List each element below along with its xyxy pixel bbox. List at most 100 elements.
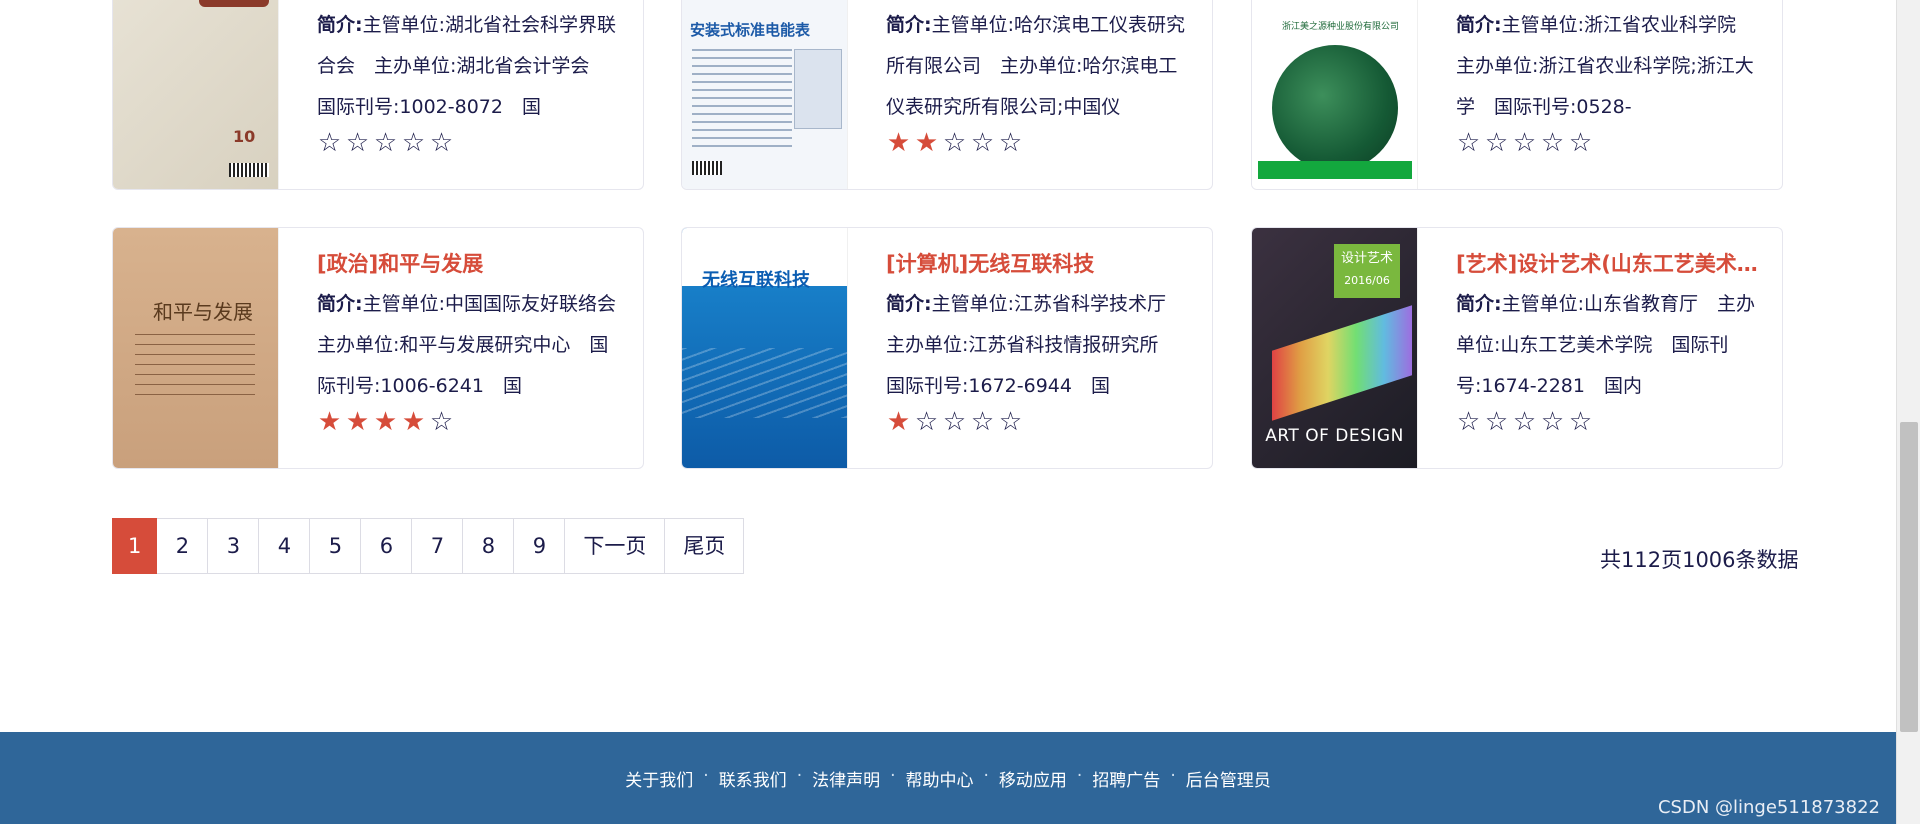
page-1-button[interactable]: 1 (112, 518, 158, 574)
star-empty-icon: ☆ (1484, 407, 1512, 437)
footer-link-legal[interactable]: 法律声明 (812, 766, 880, 791)
star-filled-icon: ★ (914, 128, 942, 158)
page-6-button[interactable]: 6 (361, 518, 413, 574)
vertical-scrollbar[interactable] (1896, 0, 1920, 824)
page-3-button[interactable]: 3 (208, 518, 260, 574)
rating-stars: ☆☆☆☆☆ (317, 128, 621, 160)
journal-intro: 简介:主管单位:山东省教育厅 主办单位:山东工艺美术学院 国际刊号:1674-2… (1456, 284, 1760, 407)
journal-title[interactable] (317, 0, 621, 1)
star-empty-icon: ☆ (345, 128, 373, 158)
star-empty-icon: ☆ (1512, 407, 1540, 437)
cover-badge: 设计艺术 2016/06 (1334, 244, 1400, 298)
star-filled-icon: ★ (401, 407, 429, 437)
rating-stars: ☆☆☆☆☆ (1456, 128, 1760, 160)
footer-link-jobs[interactable]: 招聘广告 (1092, 766, 1160, 791)
journal-title[interactable]: [艺术]设计艺术(山东工艺美术学院学报) (1456, 248, 1760, 280)
scrollbar-thumb[interactable] (1900, 422, 1918, 732)
intro-text: 主管单位:湖北省社会科学界联合会 主办单位:湖北省会计学会 国际刊号:1002-… (317, 14, 617, 118)
cover-issue-number: 10 (233, 127, 256, 146)
journal-card[interactable]: 浙江美之源种业股份有限公司 简介:主管单位:浙江省农业科学院 主办单位:浙江省农… (1251, 0, 1783, 190)
footer-link-contact[interactable]: 联系我们 (719, 766, 787, 791)
intro-label: 简介: (1456, 293, 1502, 315)
journal-title[interactable] (886, 0, 1190, 1)
star-empty-icon: ☆ (1568, 128, 1596, 158)
journal-list: 通讯 10 简介:主管单位:湖北省社会科学界联合会 主办单位:湖北省会计学会 国… (112, 0, 1784, 470)
star-empty-icon: ☆ (1568, 407, 1596, 437)
cover-brand: ART OF DESIGN (1265, 426, 1404, 446)
next-page-button[interactable]: 下一页 (565, 518, 666, 574)
intro-label: 简介: (317, 14, 363, 36)
journal-card[interactable]: 无线互联科技 [计算机]无线互联科技 简介:主管单位:江苏省科学技术厅 主办单位… (681, 227, 1213, 469)
intro-label: 简介: (1456, 14, 1502, 36)
star-empty-icon: ☆ (970, 407, 998, 437)
star-empty-icon: ☆ (1456, 407, 1484, 437)
rating-stars: ★★☆☆☆ (886, 128, 1190, 160)
cover-broccoli-image (1272, 45, 1398, 171)
star-empty-icon: ☆ (970, 128, 998, 158)
cover-badge-date: 2016/06 (1344, 274, 1390, 287)
star-filled-icon: ★ (317, 407, 345, 437)
cover-text-lines (692, 49, 792, 149)
cover-device-image (794, 49, 842, 129)
journal-grid: 通讯 10 简介:主管单位:湖北省社会科学界联合会 主办单位:湖北省会计学会 国… (112, 0, 1784, 470)
star-empty-icon: ☆ (998, 407, 1026, 437)
page-7-button[interactable]: 7 (412, 518, 464, 574)
page-4-button[interactable]: 4 (259, 518, 311, 574)
star-empty-icon: ☆ (998, 128, 1026, 158)
intro-label: 简介: (886, 293, 932, 315)
footer-separator: · (890, 766, 896, 786)
journal-card[interactable]: 安装式标准电能表 简介:主管单位:哈尔滨电工仪表研究所有限公司 主办单位:哈尔滨… (681, 0, 1213, 190)
journal-intro: 简介:主管单位:湖北省社会科学界联合会 主办单位:湖北省会计学会 国际刊号:10… (317, 5, 621, 128)
cover-title: 和平与发展 (153, 300, 253, 324)
footer-separator: · (1076, 766, 1083, 786)
journal-cover[interactable]: 和平与发展 (113, 228, 279, 468)
star-empty-icon: ☆ (1540, 128, 1568, 158)
cover-badge-title: 设计艺术 (1340, 251, 1393, 266)
journal-card[interactable]: 设计艺术 2016/06 ART OF DESIGN [艺术]设计艺术(山东工艺… (1251, 227, 1783, 469)
page-9-button[interactable]: 9 (514, 518, 566, 574)
intro-label: 简介: (317, 293, 363, 315)
star-empty-icon: ☆ (429, 407, 457, 437)
journal-title[interactable]: [计算机]无线互联科技 (886, 248, 1190, 280)
footer-link-about[interactable]: 关于我们 (625, 766, 693, 791)
journal-title[interactable]: [政治]和平与发展 (317, 248, 621, 280)
page-2-button[interactable]: 2 (157, 518, 209, 574)
intro-text: 主管单位:山东省教育厅 主办单位:山东工艺美术学院 国际刊号:1674-2281… (1456, 293, 1756, 397)
star-filled-icon: ★ (373, 407, 401, 437)
star-filled-icon: ★ (886, 128, 914, 158)
footer-link-mobile[interactable]: 移动应用 (999, 766, 1067, 791)
journal-cover[interactable]: 无线互联科技 (682, 228, 848, 468)
star-filled-icon: ★ (345, 407, 373, 437)
star-empty-icon: ☆ (1540, 407, 1568, 437)
footer-link-help[interactable]: 帮助中心 (906, 766, 974, 791)
journal-cover[interactable]: 设计艺术 2016/06 ART OF DESIGN (1252, 228, 1418, 468)
footer-separator: · (983, 766, 989, 786)
journal-card[interactable]: 和平与发展 [政治]和平与发展 简介:主管单位:中国国际友好联络会 主办单位:和… (112, 227, 644, 469)
journal-intro: 简介:主管单位:中国国际友好联络会 主办单位:和平与发展研究中心 国际刊号:10… (317, 284, 621, 407)
footer-links: 关于我们 · 联系我们 · 法律声明 · 帮助中心 · 移动应用 · 招聘广告 … (625, 732, 1270, 791)
pagination: 1 2 3 4 5 6 7 8 9 下一页 尾页 (112, 518, 745, 574)
footer-separator: · (1170, 766, 1176, 786)
intro-text: 主管单位:中国国际友好联络会 主办单位:和平与发展研究中心 国际刊号:1006-… (317, 293, 621, 397)
star-empty-icon: ☆ (942, 128, 970, 158)
cover-rainbow-graphic (1272, 305, 1412, 421)
rating-stars: ★☆☆☆☆ (886, 407, 1190, 439)
barcode-graphic (229, 163, 269, 177)
cover-seal: 通讯 (199, 0, 269, 7)
star-empty-icon: ☆ (942, 407, 970, 437)
last-page-button[interactable]: 尾页 (665, 518, 745, 574)
star-empty-icon: ☆ (401, 128, 429, 158)
page-5-button[interactable]: 5 (310, 518, 362, 574)
page-8-button[interactable]: 8 (463, 518, 515, 574)
journal-cover[interactable]: 安装式标准电能表 (682, 0, 848, 189)
footer-link-admin[interactable]: 后台管理员 (1186, 766, 1271, 791)
journal-intro: 简介:主管单位:江苏省科学技术厅 主办单位:江苏省科技情报研究所 国际刊号:16… (886, 284, 1190, 407)
journal-cover[interactable]: 浙江美之源种业股份有限公司 (1252, 0, 1418, 189)
star-empty-icon: ☆ (1456, 128, 1484, 158)
watermark: CSDN @linge511873822 (1657, 797, 1880, 818)
journal-title[interactable] (1456, 0, 1760, 1)
cover-text-lines (135, 334, 255, 404)
journal-card[interactable]: 通讯 10 简介:主管单位:湖北省社会科学界联合会 主办单位:湖北省会计学会 国… (112, 0, 644, 190)
journal-cover[interactable]: 通讯 10 (113, 0, 279, 189)
pagination-total: 共112页1006条数据 (1600, 548, 1799, 572)
